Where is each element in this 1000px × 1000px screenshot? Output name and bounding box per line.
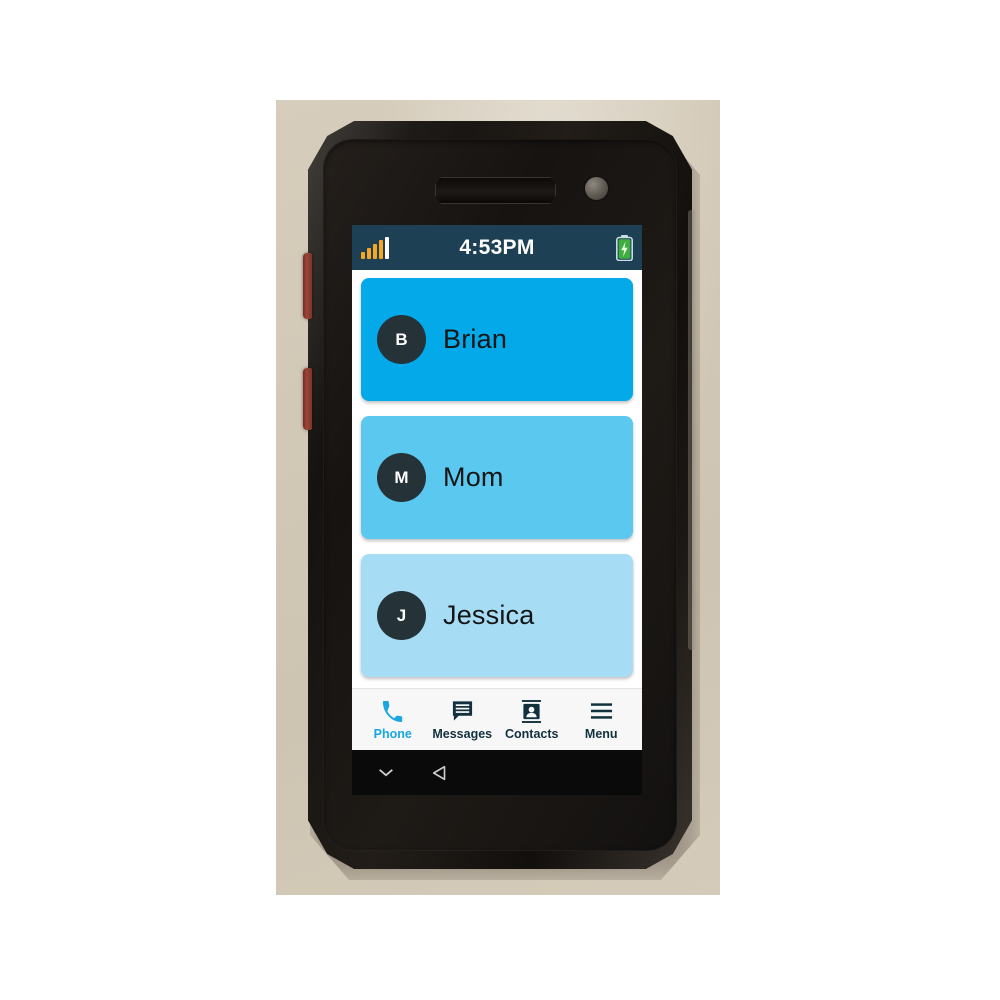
nav-item-menu[interactable]: Menu [567, 699, 635, 741]
avatar: B [377, 315, 426, 364]
volume-up-button[interactable] [303, 253, 312, 319]
avatar-initial: J [396, 605, 407, 625]
hamburger-menu-icon [590, 699, 613, 724]
contact-card-mom[interactable]: M Mom [361, 416, 633, 539]
volume-down-button[interactable] [303, 368, 312, 430]
nav-item-contacts[interactable]: Contacts [498, 699, 566, 741]
status-bar: 4:53PM [352, 225, 642, 270]
front-camera-lens [585, 177, 608, 200]
back-triangle-icon[interactable] [418, 750, 462, 795]
speed-dial-contact-list: B Brian M Mom J Jessica [352, 270, 642, 677]
avatar: M [377, 453, 426, 502]
contact-card-jessica[interactable]: J Jessica [361, 554, 633, 677]
bottom-navigation-bar: Phone Messages Contacts Menu [352, 688, 642, 750]
contact-name: Mom [443, 462, 504, 492]
avatar-initial: M [394, 467, 409, 487]
nav-item-messages[interactable]: Messages [428, 699, 496, 741]
android-system-nav-bar [352, 750, 642, 795]
battery-charging-icon [616, 235, 633, 262]
nav-label: Phone [373, 726, 412, 741]
nav-label: Messages [432, 726, 493, 741]
phone-right-edge [688, 210, 696, 650]
message-bubble-icon [451, 699, 474, 724]
phone-handset-icon [381, 699, 404, 724]
phone-screen: 4:53PM B Brian M Mom J Jessica Phone Mes… [352, 225, 642, 795]
earpiece-speaker-slot [435, 177, 556, 204]
screenshot-stage: 4:53PM B Brian M Mom J Jessica Phone Mes… [0, 0, 1000, 1000]
nav-label: Contacts [505, 726, 559, 741]
contact-card-icon [521, 699, 542, 724]
avatar-initial: B [395, 329, 408, 349]
nav-label: Menu [584, 726, 618, 741]
contact-name: Brian [443, 324, 508, 354]
contact-card-brian[interactable]: B Brian [361, 278, 633, 401]
contact-name: Jessica [443, 600, 535, 630]
chevron-down-icon[interactable] [364, 750, 408, 795]
nav-item-phone[interactable]: Phone [359, 699, 427, 741]
avatar: J [377, 591, 426, 640]
status-bar-clock: 4:53PM [459, 235, 535, 259]
signal-bars-icon [361, 237, 389, 259]
